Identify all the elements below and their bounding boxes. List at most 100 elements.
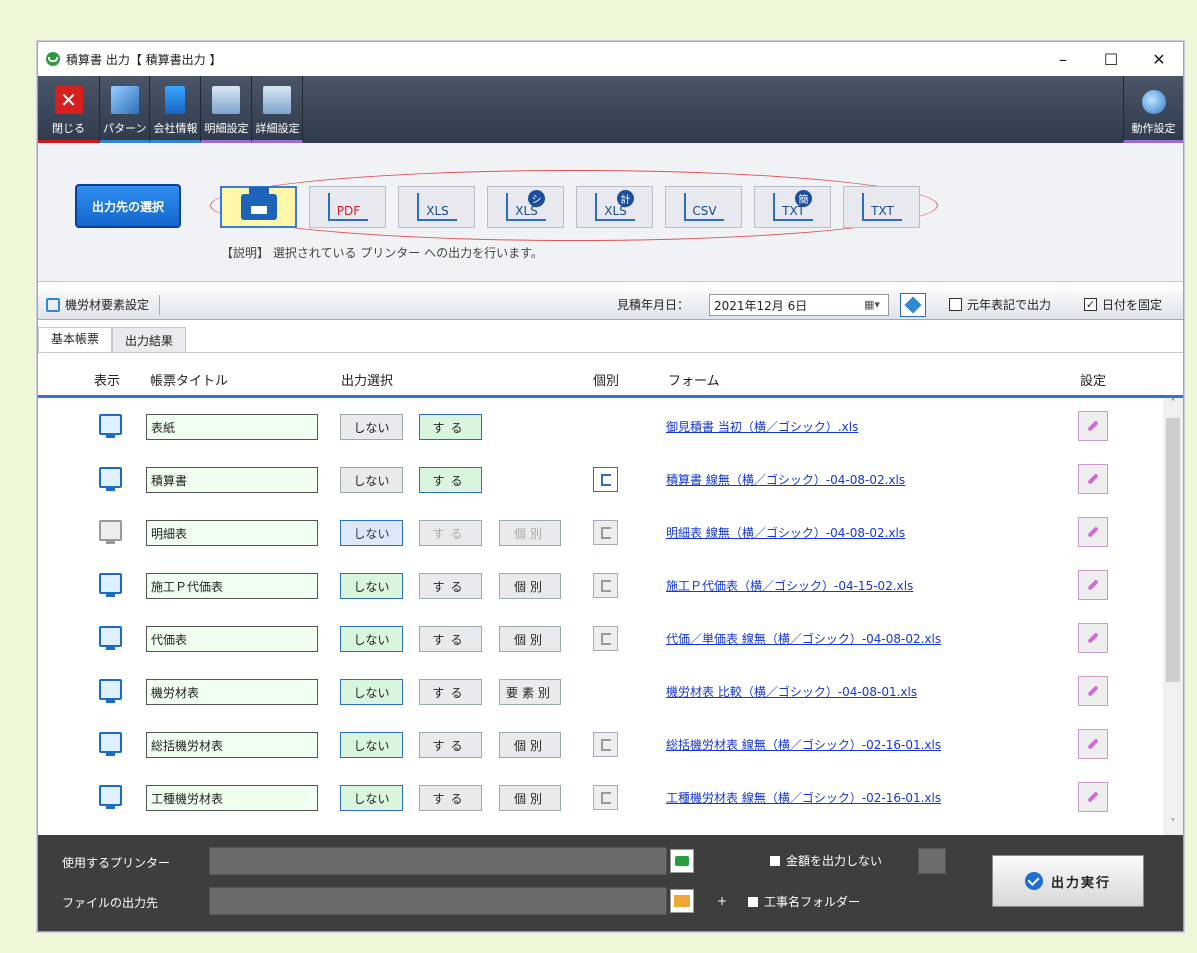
- behavior-settings-button[interactable]: 動作設定: [1123, 76, 1183, 143]
- eraser-button[interactable]: [900, 292, 926, 317]
- tree-button[interactable]: [593, 732, 618, 757]
- output-yes-button[interactable]: する: [419, 573, 482, 599]
- monitor-icon[interactable]: [99, 785, 122, 809]
- form-link[interactable]: 施工Ｐ代価表（横／ゴシック）-04-15-02.xls: [666, 577, 913, 594]
- close-button[interactable]: ✕ 閉じる: [38, 76, 100, 143]
- form-title-field[interactable]: 工種機労材表: [146, 785, 318, 811]
- individual-button[interactable]: 個別: [499, 520, 561, 546]
- monitor-icon[interactable]: [99, 520, 122, 544]
- select-destination-button[interactable]: 出力先の選択: [75, 184, 181, 228]
- monitor-icon[interactable]: [99, 414, 122, 438]
- output-no-button[interactable]: しない: [340, 414, 403, 440]
- monitor-icon[interactable]: [99, 573, 122, 597]
- form-title-field[interactable]: 総括機労材表: [146, 732, 318, 758]
- run-output-button[interactable]: 出力実行: [992, 855, 1144, 907]
- wrench-settings-icon[interactable]: [1078, 411, 1108, 441]
- output-yes-button[interactable]: する: [419, 467, 482, 493]
- wrench-settings-icon[interactable]: [1078, 464, 1108, 494]
- fix-date-checkbox[interactable]: ✓ 日付を固定: [1084, 296, 1162, 313]
- output-dir-field[interactable]: [209, 887, 667, 915]
- wrench-settings-icon[interactable]: [1078, 729, 1108, 759]
- gengo-check-box[interactable]: [949, 298, 962, 311]
- form-link[interactable]: 御見積書 当初（横／ゴシック）.xls: [666, 418, 858, 435]
- tree-button[interactable]: [593, 626, 618, 651]
- folder-select-button[interactable]: [670, 889, 694, 913]
- company-info-button[interactable]: 会社情報: [150, 76, 202, 143]
- output-no-button[interactable]: しない: [340, 732, 403, 758]
- form-link[interactable]: 明細表 線無（横／ゴシック）-04-08-02.xls: [666, 524, 905, 541]
- tree-button[interactable]: [593, 520, 618, 545]
- output-no-button[interactable]: しない: [340, 573, 403, 599]
- scroll-up-icon[interactable]: ˄: [1163, 398, 1183, 416]
- pattern-button[interactable]: パターン: [100, 76, 151, 143]
- form-link[interactable]: 積算書 線無（横／ゴシック）-04-08-02.xls: [666, 471, 905, 488]
- detail-settings-button[interactable]: 明細設定: [201, 76, 253, 143]
- output-yes-button[interactable]: する: [419, 520, 482, 546]
- wrench-settings-icon[interactable]: [1078, 782, 1108, 812]
- output-no-button[interactable]: しない: [340, 679, 403, 705]
- job-folder-box[interactable]: [748, 896, 758, 907]
- form-title-field[interactable]: 積算書: [146, 467, 318, 493]
- form-link[interactable]: 機労材表 比較（横／ゴシック）-04-08-01.xls: [666, 683, 917, 700]
- vertical-scrollbar[interactable]: ˄ ˅: [1163, 398, 1183, 836]
- individual-button[interactable]: 個別: [499, 785, 561, 811]
- individual-button[interactable]: 個別: [499, 732, 561, 758]
- form-title-field[interactable]: 施工Ｐ代価表: [146, 573, 318, 599]
- form-title-field[interactable]: 代価表: [146, 626, 318, 652]
- wrench-settings-icon[interactable]: [1078, 676, 1108, 706]
- scroll-down-icon[interactable]: ˅: [1163, 818, 1183, 836]
- output-no-button[interactable]: しない: [340, 785, 403, 811]
- monitor-icon[interactable]: [99, 626, 122, 650]
- wrench-settings-icon[interactable]: [1078, 570, 1108, 600]
- output-yes-button[interactable]: する: [419, 785, 482, 811]
- tree-button[interactable]: [593, 785, 618, 810]
- individual-button[interactable]: 要素別: [499, 679, 561, 705]
- individual-button[interactable]: 個別: [499, 626, 561, 652]
- form-title-field[interactable]: 明細表: [146, 520, 318, 546]
- tool-icon[interactable]: [918, 848, 946, 874]
- advanced-settings-button[interactable]: 詳細設定: [252, 76, 304, 143]
- gengo-checkbox[interactable]: 元年表記で出力: [949, 296, 1051, 313]
- element-settings-link[interactable]: 機労材要素設定: [65, 296, 149, 313]
- no-amount-checkbox[interactable]: 金額を出力しない: [770, 852, 882, 869]
- format-button-printer[interactable]: [220, 186, 297, 228]
- scroll-thumb[interactable]: [1166, 418, 1180, 682]
- output-yes-button[interactable]: する: [419, 626, 482, 652]
- form-link[interactable]: 代価／単価表 線無（横／ゴシック）-04-08-02.xls: [666, 630, 941, 647]
- individual-button[interactable]: 個別: [499, 573, 561, 599]
- output-no-button[interactable]: しない: [340, 626, 403, 652]
- maximize-button[interactable]: ☐: [1087, 42, 1135, 76]
- format-button-txt[interactable]: TXT 簡: [754, 186, 831, 228]
- tab-output-results[interactable]: 出力結果: [112, 327, 187, 352]
- format-button-xls[interactable]: XLS: [398, 186, 475, 228]
- output-no-button[interactable]: しない: [340, 520, 403, 546]
- format-button-xls[interactable]: XLS シ: [487, 186, 564, 228]
- output-yes-button[interactable]: する: [419, 414, 482, 440]
- tree-button[interactable]: [593, 467, 618, 492]
- estimate-date-input[interactable]: 2021年12月 6日: [709, 293, 889, 316]
- fix-date-check-box[interactable]: ✓: [1084, 298, 1097, 311]
- calendar-dropdown-icon[interactable]: ▦▾: [864, 298, 884, 312]
- format-button-txt[interactable]: TXT: [843, 186, 920, 228]
- close-window-button[interactable]: ✕: [1135, 42, 1183, 76]
- monitor-icon[interactable]: [99, 679, 122, 703]
- format-button-xls[interactable]: XLS 計: [576, 186, 653, 228]
- form-link[interactable]: 工種機労材表 線無（横／ゴシック）-02-16-01.xls: [666, 789, 941, 806]
- form-title-field[interactable]: 機労材表: [146, 679, 318, 705]
- printer-field[interactable]: [209, 847, 667, 875]
- format-button-csv[interactable]: CSV: [665, 186, 742, 228]
- form-title-field[interactable]: 表紙: [146, 414, 318, 440]
- output-yes-button[interactable]: する: [419, 679, 482, 705]
- monitor-icon[interactable]: [99, 732, 122, 756]
- output-yes-button[interactable]: する: [419, 732, 482, 758]
- form-link[interactable]: 総括機労材表 線無（横／ゴシック）-02-16-01.xls: [666, 736, 941, 753]
- job-folder-checkbox[interactable]: 工事名フォルダー: [748, 893, 860, 910]
- minimize-button[interactable]: –: [1039, 42, 1087, 76]
- no-amount-box[interactable]: [770, 855, 780, 866]
- printer-select-button[interactable]: [670, 849, 694, 873]
- tree-button[interactable]: [593, 573, 618, 598]
- output-no-button[interactable]: しない: [340, 467, 403, 493]
- format-button-pdf[interactable]: PDF: [309, 186, 386, 228]
- tab-basic-forms[interactable]: 基本帳票: [38, 327, 113, 352]
- wrench-settings-icon[interactable]: [1078, 623, 1108, 653]
